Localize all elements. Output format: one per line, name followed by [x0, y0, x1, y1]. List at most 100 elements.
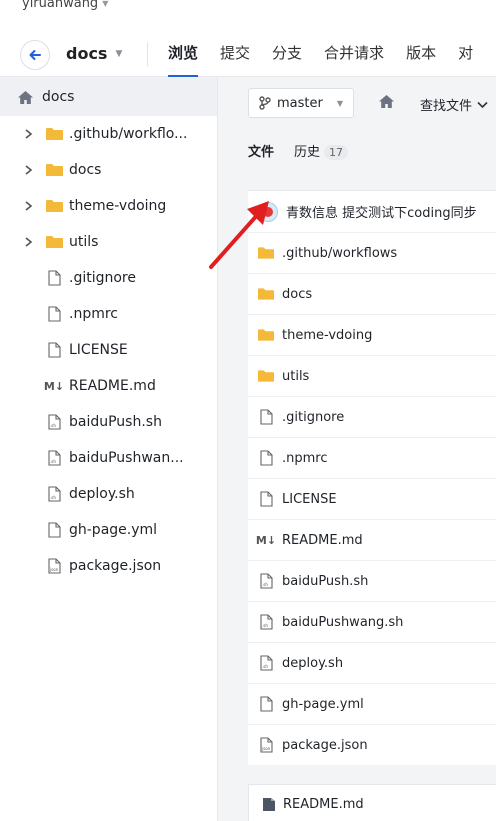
file-row-icon — [258, 369, 274, 383]
file-row-icon — [258, 409, 274, 425]
file-row[interactable]: .npmrc — [248, 437, 496, 478]
tree-item-label: package.json — [69, 558, 162, 574]
sidebar-tree-item[interactable]: .gitignore — [0, 260, 217, 296]
file-row-name: baiduPushwang.sh — [282, 614, 404, 630]
file-row[interactable]: .sh baiduPush.sh — [248, 560, 496, 601]
file-row[interactable]: M↓ README.md — [248, 519, 496, 560]
sidebar-tree-item[interactable]: .sh baiduPushwan... — [0, 440, 217, 476]
file-row[interactable]: .sh deploy.sh — [248, 642, 496, 683]
file-row-name: utils — [282, 368, 310, 384]
tree-item-icon: json — [44, 558, 64, 574]
tree-item-icon — [44, 342, 64, 358]
file-row[interactable]: gh-page.yml — [248, 683, 496, 724]
tab-branches[interactable]: 分支 — [272, 30, 302, 77]
file-row[interactable]: json package.json — [248, 724, 496, 765]
svg-text:.sh: .sh — [50, 423, 56, 428]
sidebar-tree-item[interactable]: .npmrc — [0, 296, 217, 332]
tree-item-icon — [44, 270, 64, 286]
sidebar-tree-item[interactable]: M↓ README.md — [0, 368, 217, 404]
sidebar-tree-item[interactable]: docs — [0, 152, 217, 188]
latest-commit[interactable]: 青数信息 提交测试下coding同步 — [248, 190, 496, 232]
file-row[interactable]: .gitignore — [248, 396, 496, 437]
file-row-icon: .sh — [258, 655, 274, 671]
file-icon — [259, 491, 273, 507]
json-file-icon: json — [47, 558, 61, 574]
file-row[interactable]: .github/workflows — [248, 232, 496, 273]
sidebar-tree-item[interactable]: .github/workflo... — [0, 116, 217, 152]
back-button[interactable] — [20, 40, 50, 70]
tree-item-label: LICENSE — [69, 342, 128, 358]
svg-text:json: json — [261, 746, 271, 751]
file-icon — [47, 342, 61, 358]
folder-icon — [45, 128, 63, 140]
sidebar-tree-item[interactable]: theme-vdoing — [0, 188, 217, 224]
file-icon — [259, 409, 273, 425]
file-row-icon — [258, 450, 274, 466]
sidebar-tree-item[interactable]: .sh deploy.sh — [0, 476, 217, 512]
tree-root[interactable]: docs — [0, 78, 217, 116]
main-panel: master ▼ 查找文件 文件 历史 17 青数信息 提交测试下coding同步… — [236, 78, 496, 821]
shell-file-icon: .sh — [259, 614, 273, 630]
repo-selector[interactable]: docs ▼ — [66, 44, 122, 63]
tab-files[interactable]: 文件 — [248, 141, 274, 160]
file-row[interactable]: LICENSE — [248, 478, 496, 519]
repo-home-button[interactable] — [378, 94, 395, 113]
file-row-name: package.json — [282, 737, 368, 753]
file-icon — [259, 450, 273, 466]
svg-text:.sh: .sh — [262, 664, 268, 669]
shell-file-icon: .sh — [47, 486, 61, 502]
tab-history[interactable]: 历史 17 — [294, 141, 349, 160]
file-row-icon — [258, 696, 274, 712]
tree-item-icon — [44, 306, 64, 322]
file-icon — [47, 522, 61, 538]
repo-tabs: 浏览 提交 分支 合并请求 版本 对 — [168, 30, 473, 77]
file-row-name: .npmrc — [282, 450, 328, 466]
readme-panel: README.md — [248, 784, 496, 821]
tree-item-label: baiduPushwan... — [69, 450, 184, 466]
folder-icon — [45, 164, 63, 176]
shell-file-icon: .sh — [47, 414, 61, 430]
tab-commits[interactable]: 提交 — [220, 30, 250, 77]
file-row-name: docs — [282, 286, 313, 302]
file-row[interactable]: .sh baiduPushwang.sh — [248, 601, 496, 642]
tab-releases[interactable]: 版本 — [406, 30, 436, 77]
sidebar-tree-item[interactable]: utils — [0, 224, 217, 260]
find-file-button[interactable]: 查找文件 — [420, 95, 488, 114]
repo-name: docs — [66, 44, 108, 63]
chevron-right-icon — [20, 165, 36, 175]
caret-down-icon: ▼ — [115, 48, 123, 59]
file-row-icon — [258, 328, 274, 342]
sidebar-tree-item[interactable]: json package.json — [0, 548, 217, 584]
sidebar-tree-item[interactable]: gh-page.yml — [0, 512, 217, 548]
file-row-icon: .sh — [258, 573, 274, 589]
json-file-icon: json — [259, 737, 273, 753]
file-row[interactable]: docs — [248, 273, 496, 314]
file-row[interactable]: theme-vdoing — [248, 314, 496, 355]
tab-merge-requests[interactable]: 合并请求 — [324, 30, 384, 77]
svg-text:.sh: .sh — [262, 623, 268, 628]
user-menu[interactable]: yiruanwang ▼ — [22, 0, 108, 11]
branch-name: master — [277, 95, 323, 111]
tab-browse[interactable]: 浏览 — [168, 30, 199, 77]
tab-compare[interactable]: 对 — [458, 30, 473, 77]
tree-item-label: baiduPush.sh — [69, 414, 162, 430]
file-row-name: gh-page.yml — [282, 696, 364, 712]
file-row-name: deploy.sh — [282, 655, 344, 671]
file-row[interactable]: utils — [248, 355, 496, 396]
book-icon — [263, 797, 275, 811]
tree-item-label: theme-vdoing — [69, 198, 167, 214]
chevron-down-icon — [477, 101, 488, 108]
file-row-icon — [258, 491, 274, 507]
sidebar-tree-item[interactable]: .sh baiduPush.sh — [0, 404, 217, 440]
branch-selector[interactable]: master ▼ — [248, 88, 354, 118]
tree-item-icon — [44, 199, 64, 213]
file-row-icon: json — [258, 737, 274, 753]
file-row-name: LICENSE — [282, 491, 337, 507]
svg-text:.sh: .sh — [50, 459, 56, 464]
sidebar-tree-item[interactable]: LICENSE — [0, 332, 217, 368]
caret-down-icon: ▼ — [102, 0, 109, 8]
tree-item-icon: M↓ — [44, 380, 64, 393]
username: yiruanwang — [22, 0, 99, 11]
file-row-icon — [258, 287, 274, 301]
svg-text:.sh: .sh — [50, 495, 56, 500]
